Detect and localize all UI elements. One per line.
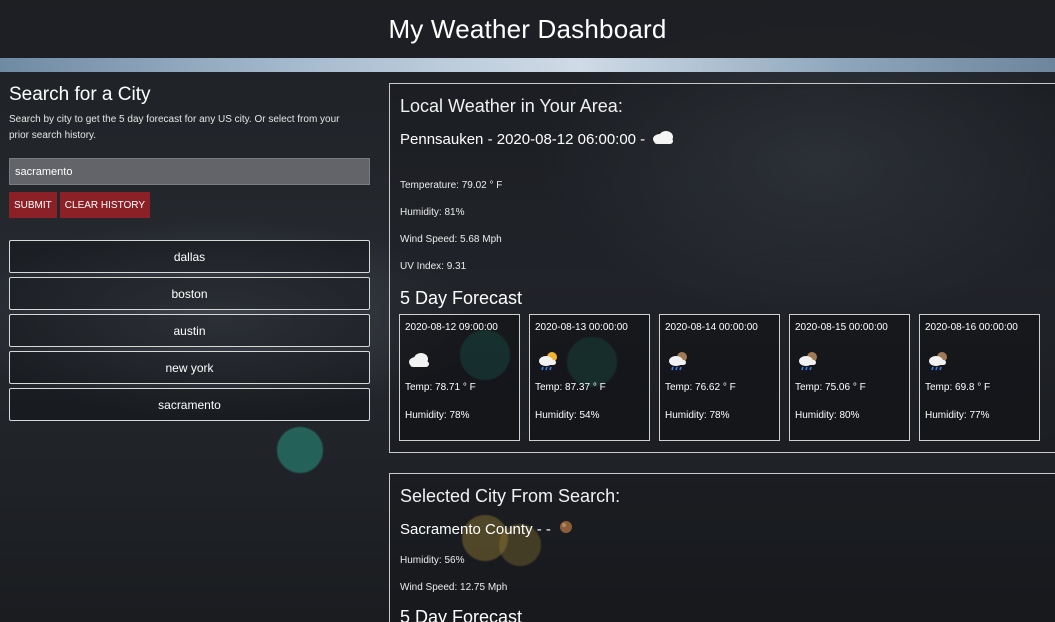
search-title: Search for a City	[9, 84, 151, 105]
selected-city-title: Selected City From Search:	[400, 486, 621, 506]
city-search-input[interactable]: sacramento	[9, 158, 370, 185]
local-city-line: Pennsauken - 2020-08-12 06:00:00 -	[400, 129, 675, 149]
forecast-temp: Temp: 87.37 ° F	[535, 382, 606, 393]
forecast-date: 2020-08-16 00:00:00	[925, 322, 1018, 333]
local-wind-speed: Wind Speed: 5.68 Mph	[400, 234, 502, 245]
history-item-sacramento[interactable]: sacramento	[9, 388, 370, 421]
moon-cloud-rain-icon	[927, 351, 951, 374]
forecast-temp: Temp: 78.71 ° F	[405, 382, 476, 393]
forecast-cards: 2020-08-12 09:00:00 Temp: 78.71 ° F Humi…	[399, 314, 1040, 441]
history-item-dallas[interactable]: dallas	[9, 240, 370, 273]
search-description: Search by city to get the 5 day forecast…	[9, 114, 340, 141]
moon-cloud-rain-icon	[667, 351, 691, 374]
clear-history-button[interactable]: CLEAR HISTORY	[59, 192, 150, 218]
local-weather-panel: Local Weather in Your Area: Pennsauken -…	[389, 83, 1055, 453]
forecast-card: 2020-08-14 00:00:00 Temp: 76.62 ° F Humi…	[659, 314, 780, 441]
local-humidity: Humidity: 81%	[400, 207, 465, 218]
sun-cloud-rain-icon	[537, 351, 561, 374]
submit-button[interactable]: SUBMIT	[9, 192, 57, 218]
history-item-austin[interactable]: austin	[9, 314, 370, 347]
history-item-boston[interactable]: boston	[9, 277, 370, 310]
forecast-temp: Temp: 76.62 ° F	[665, 382, 736, 393]
forecast-humidity: Humidity: 80%	[795, 410, 860, 421]
forecast-card: 2020-08-16 00:00:00 Temp: 69.8 ° F Humid…	[919, 314, 1040, 441]
selected-city-line: Sacramento County - -	[400, 519, 575, 539]
selected-wind-speed: Wind Speed: 12.75 Mph	[400, 582, 508, 593]
forecast-card: 2020-08-12 09:00:00 Temp: 78.71 ° F Humi…	[399, 314, 520, 441]
forecast-humidity: Humidity: 78%	[665, 410, 730, 421]
moon-icon	[557, 519, 575, 539]
forecast-temp: Temp: 75.06 ° F	[795, 382, 866, 393]
forecast-card: 2020-08-15 00:00:00 Temp: 75.06 ° F Humi…	[789, 314, 910, 441]
moon-cloud-rain-icon	[797, 351, 821, 374]
history-item-new-york[interactable]: new york	[9, 351, 370, 384]
forecast-title: 5 Day Forecast	[400, 288, 523, 308]
forecast-date: 2020-08-13 00:00:00	[535, 322, 628, 333]
forecast-date: 2020-08-12 09:00:00	[405, 322, 498, 333]
forecast-humidity: Humidity: 54%	[535, 410, 600, 421]
cloud-icon	[407, 351, 431, 372]
selected-city-text: Sacramento County - -	[400, 520, 551, 538]
local-city-text: Pennsauken - 2020-08-12 06:00:00 -	[400, 130, 646, 148]
forecast-card: 2020-08-13 00:00:00 Temp: 87.37 ° F Humi…	[529, 314, 650, 441]
search-history-list: dallas boston austin new york sacramento	[9, 240, 370, 421]
forecast-temp: Temp: 69.8 ° F	[925, 382, 991, 393]
forecast-humidity: Humidity: 78%	[405, 410, 470, 421]
header-band	[0, 58, 1055, 72]
search-panel: Search for a City Search by city to get …	[9, 84, 370, 421]
cloud-icon	[651, 129, 675, 149]
forecast-humidity: Humidity: 77%	[925, 410, 990, 421]
selected-forecast-title: 5 Day Forecast	[400, 607, 523, 622]
local-uv-index: UV Index: 9.31	[400, 261, 467, 272]
forecast-date: 2020-08-14 00:00:00	[665, 322, 758, 333]
selected-city-panel: Selected City From Search: Sacramento Co…	[389, 473, 1055, 622]
forecast-date: 2020-08-15 00:00:00	[795, 322, 888, 333]
local-weather-title: Local Weather in Your Area:	[400, 96, 623, 116]
page-title: My Weather Dashboard	[388, 13, 667, 44]
selected-humidity: Humidity: 56%	[400, 555, 465, 566]
local-temperature: Temperature: 79.02 ° F	[400, 180, 503, 191]
page-header: My Weather Dashboard	[0, 0, 1055, 58]
